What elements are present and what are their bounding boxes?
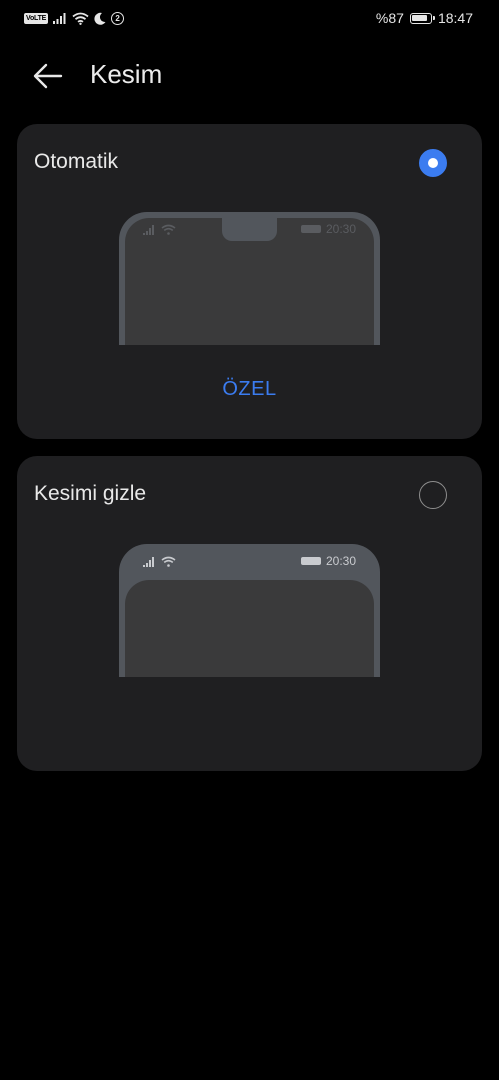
preview-status-right: 20:30 bbox=[300, 554, 356, 568]
wifi-icon bbox=[72, 12, 89, 25]
app-header: Kesim bbox=[0, 50, 499, 100]
phone-preview-notch: 20:30 bbox=[119, 212, 380, 345]
preview-time: 20:30 bbox=[325, 222, 356, 236]
battery-icon bbox=[409, 12, 435, 24]
sim-badge-icon: 2 bbox=[111, 11, 125, 25]
custom-link-button[interactable]: ÖZEL bbox=[17, 378, 482, 401]
preview-status-left bbox=[143, 224, 176, 235]
moon-icon bbox=[94, 12, 106, 25]
battery-percent: %87 bbox=[375, 10, 404, 26]
status-left-icons: VoLTE 2 bbox=[24, 9, 125, 27]
back-button[interactable] bbox=[28, 56, 68, 96]
preview-status-left bbox=[143, 556, 176, 567]
status-right: %87 18:47 bbox=[376, 8, 473, 28]
radio-automatic[interactable] bbox=[419, 149, 447, 177]
phone-screen bbox=[125, 580, 374, 677]
phone-preview-hidden: 20:30 bbox=[119, 544, 380, 677]
option-label-hide-notch: Kesimi gizle bbox=[34, 482, 147, 505]
signal-icon bbox=[53, 13, 66, 24]
wifi-icon bbox=[161, 556, 176, 567]
signal-icon bbox=[143, 556, 154, 567]
notch bbox=[222, 212, 277, 241]
arrow-left-icon bbox=[33, 63, 63, 89]
preview-time: 20:30 bbox=[325, 554, 356, 568]
battery-level bbox=[412, 15, 428, 21]
preview-status-right: 20:30 bbox=[300, 222, 356, 236]
clock: 18:47 bbox=[437, 10, 473, 26]
option-label-automatic: Otomatik bbox=[34, 150, 119, 173]
signal-icon bbox=[143, 224, 154, 235]
battery-icon bbox=[300, 557, 321, 565]
volte-icon: VoLTE bbox=[24, 12, 49, 24]
status-bar: VoLTE 2 %87 18:47 bbox=[0, 0, 499, 36]
page-title: Kesim bbox=[90, 59, 163, 89]
radio-hide-notch[interactable] bbox=[419, 481, 447, 509]
option-card-automatic[interactable]: Otomatik 20:30 ÖZEL bbox=[17, 124, 482, 439]
wifi-icon bbox=[161, 224, 176, 235]
option-card-hide-notch[interactable]: Kesimi gizle 20:30 bbox=[17, 456, 482, 771]
battery-icon bbox=[300, 225, 321, 233]
